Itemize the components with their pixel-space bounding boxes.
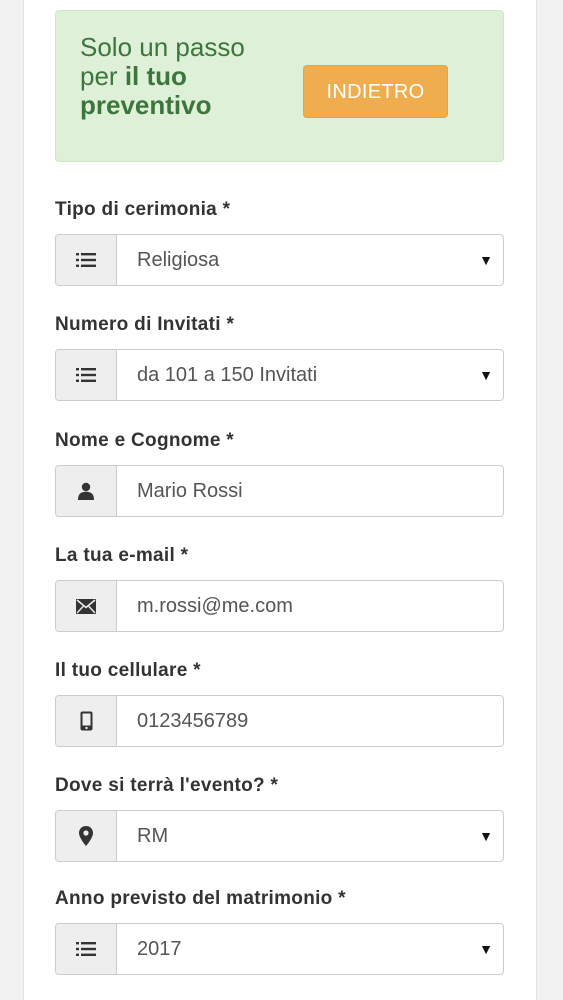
envelope-icon (56, 581, 117, 631)
phone-icon (56, 696, 117, 746)
caret-down-icon: ▼ (479, 828, 493, 844)
guests-count-value[interactable]: da 101 a 150 Invitati (117, 350, 503, 400)
banner-line2-prefix: per (80, 61, 125, 91)
guests-count-select[interactable]: da 101 a 150 Invitati ▼ (55, 349, 504, 401)
ceremony-type-select[interactable]: Religiosa ▼ (55, 234, 504, 286)
full-name-label: Nome e Cognome * (55, 430, 234, 451)
banner-line2-bold: il tuo (124, 61, 187, 91)
phone-input[interactable]: 0123456789 (117, 696, 503, 746)
phone-field[interactable]: 0123456789 (55, 695, 504, 747)
wedding-year-label: Anno previsto del matrimonio * (55, 888, 346, 909)
list-icon (56, 350, 117, 400)
list-icon (56, 235, 117, 285)
event-location-value[interactable]: RM (117, 811, 503, 861)
list-icon (56, 924, 117, 974)
guests-count-label: Numero di Invitati * (55, 314, 235, 335)
map-marker-icon (56, 811, 117, 861)
banner-message: Solo un passo per il tuo preventivo (80, 33, 280, 120)
full-name-field[interactable]: Mario Rossi (55, 465, 504, 517)
wedding-year-select[interactable]: 2017 ▼ (55, 923, 504, 975)
phone-label: Il tuo cellulare * (55, 660, 201, 681)
quote-banner: Solo un passo per il tuo preventivo INDI… (55, 10, 504, 162)
event-location-select[interactable]: RM ▼ (55, 810, 504, 862)
banner-line1: Solo un passo (80, 32, 245, 62)
email-label: La tua e-mail * (55, 545, 189, 566)
email-field[interactable]: m.rossi@me.com (55, 580, 504, 632)
caret-down-icon: ▼ (479, 941, 493, 957)
ceremony-type-value[interactable]: Religiosa (117, 235, 503, 285)
user-icon (56, 466, 117, 516)
caret-down-icon: ▼ (479, 367, 493, 383)
full-name-input[interactable]: Mario Rossi (117, 466, 503, 516)
event-location-label: Dove si terrà l'evento? * (55, 775, 279, 796)
ceremony-type-label: Tipo di cerimonia * (55, 199, 231, 220)
banner-line3-bold: preventivo (80, 90, 212, 120)
back-button[interactable]: INDIETRO (303, 65, 448, 118)
wedding-year-value[interactable]: 2017 (117, 924, 503, 974)
caret-down-icon: ▼ (479, 252, 493, 268)
email-input[interactable]: m.rossi@me.com (117, 581, 503, 631)
